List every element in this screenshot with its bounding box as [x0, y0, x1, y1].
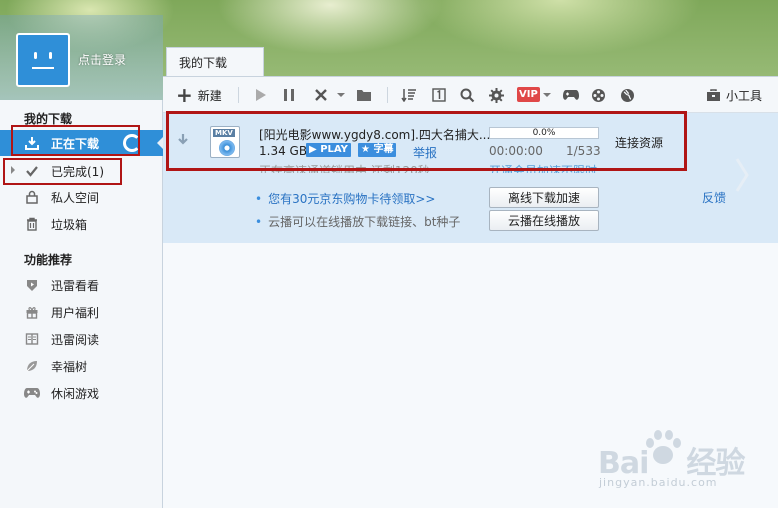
- new-task-button[interactable]: + 新建: [176, 83, 222, 107]
- sidebar-item-happy-tree[interactable]: 幸福树: [0, 353, 163, 379]
- promo-text: 您有30元京东购物卡待领取>>: [268, 192, 436, 206]
- progress-text: 0.0%: [532, 128, 556, 138]
- sidebar-item-label: 私人空间: [51, 190, 100, 205]
- lock-icon: [24, 189, 40, 205]
- folder-icon[interactable]: [356, 86, 372, 104]
- file-type-tag: MKV: [213, 129, 235, 137]
- sidebar-item-casual-games[interactable]: 休闲游戏: [0, 380, 163, 406]
- connection-status: 连接资源: [615, 136, 664, 150]
- elapsed-time: 00:00:00: [489, 144, 543, 158]
- toolbar: + 新建 VIP 小工具: [163, 76, 778, 113]
- task-size: 1.34 GB: [259, 144, 308, 158]
- checkmark-icon: [24, 163, 40, 179]
- subtitle-badge-label: 字幕: [373, 144, 394, 155]
- start-icon[interactable]: [255, 86, 267, 104]
- download-list: MKV [阳光电影www.ygdy8.com].四大名捕大... 1.34 GB…: [163, 113, 778, 508]
- vip-upsell-link[interactable]: 开通会员加速不限时: [489, 162, 597, 173]
- new-task-label: 新建: [197, 88, 222, 103]
- tab-strip: 我的下载: [163, 44, 778, 76]
- task-title[interactable]: [阳光电影www.ygdy8.com].四大名捕大...: [259, 126, 490, 143]
- sidebar-item-label: 垃圾箱: [51, 217, 88, 232]
- remote-gamepad-icon[interactable]: [563, 86, 579, 104]
- delete-icon[interactable]: [314, 86, 328, 104]
- download-tray-icon: [24, 135, 40, 151]
- tab-my-downloads[interactable]: 我的下载: [166, 47, 264, 76]
- offline-accel-button[interactable]: 离线下载加速: [489, 187, 599, 208]
- toolbox-icon: [706, 88, 721, 102]
- sidebar-body: 我的下载 正在下载 已完成(1) 私人空间 垃圾箱 功能推荐 迅雷看看 用户福利…: [0, 100, 163, 508]
- sidebar-item-label: 迅雷阅读: [51, 332, 100, 347]
- book-icon: [24, 331, 40, 347]
- search-icon[interactable]: [460, 86, 475, 104]
- chevron-right-icon[interactable]: [734, 155, 752, 195]
- sidebar-item-user-benefits[interactable]: 用户福利: [0, 299, 163, 325]
- sidebar-item-trash[interactable]: 垃圾箱: [0, 211, 163, 237]
- gamepad-icon: [24, 385, 40, 401]
- sidebar-item-label: 幸福树: [51, 359, 88, 374]
- expand-caret-icon[interactable]: [11, 166, 15, 174]
- disc-graphic: [219, 140, 235, 156]
- tools-button[interactable]: 小工具: [706, 86, 762, 104]
- subtitle-badge[interactable]: ★ 字幕: [358, 143, 397, 157]
- sidebar-item-label: 迅雷看看: [51, 278, 100, 293]
- cloud-play-tip: • 云播可以在线播放下载链接、bt种子: [255, 213, 460, 230]
- plus-icon: +: [176, 83, 193, 107]
- avatar[interactable]: [16, 33, 70, 87]
- vip-dropdown-caret[interactable]: [543, 93, 551, 97]
- sidebar-item-completed[interactable]: 已完成(1): [0, 158, 163, 184]
- promo-text: 云播可以在线播放下载链接、bt种子: [268, 215, 461, 229]
- cloud-play-button[interactable]: 云播在线播放: [489, 210, 599, 231]
- vip-icon[interactable]: VIP: [517, 87, 540, 102]
- delete-dropdown-caret[interactable]: [337, 93, 345, 97]
- mkv-file-icon: MKV: [210, 126, 240, 158]
- resource-count: 1/533: [566, 144, 601, 158]
- toolbar-divider: [387, 87, 388, 103]
- play-badge-label: PLAY: [320, 144, 348, 155]
- gift-icon: [24, 304, 40, 320]
- sidebar-item-label: 休闲游戏: [51, 386, 100, 401]
- film-reel-icon[interactable]: [591, 86, 606, 104]
- accelerate-icon: [123, 134, 141, 152]
- sidebar: 点击登录 我的下载 正在下载 已完成(1) 私人空间 垃圾箱 功能推荐 迅雷看看…: [0, 0, 163, 508]
- pause-icon[interactable]: [283, 86, 295, 104]
- feedback-link[interactable]: 反馈: [702, 189, 726, 206]
- priority-down-arrow-icon[interactable]: [177, 133, 189, 150]
- sidebar-item-downloading[interactable]: 正在下载: [0, 130, 163, 156]
- sidebar-item-label: 已完成(1): [51, 164, 104, 179]
- progress-bar: 0.0%: [489, 127, 599, 139]
- globe-icon[interactable]: [620, 86, 635, 104]
- tools-label: 小工具: [726, 88, 763, 103]
- star-icon: ★: [361, 144, 370, 155]
- play-badge[interactable]: ▶ PLAY: [306, 143, 351, 157]
- section-features: 功能推荐: [24, 253, 73, 267]
- leaf-icon: [24, 358, 40, 374]
- sidebar-item-xunlei-kankan[interactable]: 迅雷看看: [0, 272, 163, 298]
- sort-icon[interactable]: [401, 86, 417, 104]
- accel-status-text: 正在高速通道锁用中 还剩120秒: [259, 164, 430, 178]
- sidebar-item-label: 正在下载: [51, 136, 100, 151]
- toolbar-divider: [238, 87, 239, 103]
- priority-icon[interactable]: [432, 86, 446, 104]
- play-shield-icon: [24, 277, 40, 293]
- gear-icon[interactable]: [489, 86, 504, 104]
- bullet-icon: •: [255, 215, 263, 229]
- bullet-icon: •: [255, 192, 263, 206]
- sidebar-item-xunlei-reading[interactable]: 迅雷阅读: [0, 326, 163, 352]
- login-link[interactable]: 点击登录: [78, 51, 126, 68]
- sidebar-item-private-space[interactable]: 私人空间: [0, 184, 163, 210]
- play-triangle-icon: ▶: [309, 144, 317, 155]
- task-row[interactable]: MKV [阳光电影www.ygdy8.com].四大名捕大... 1.34 GB…: [163, 113, 778, 243]
- report-link[interactable]: 举报: [413, 144, 437, 161]
- jd-card-promo-link[interactable]: • 您有30元京东购物卡待领取>>: [255, 190, 435, 207]
- section-my-downloads: 我的下载: [24, 112, 73, 126]
- sidebar-item-label: 用户福利: [51, 305, 100, 320]
- trash-icon: [24, 216, 40, 232]
